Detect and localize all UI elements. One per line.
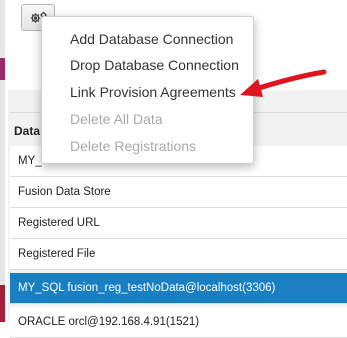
menu-item-delete-all-data: Delete All Data — [70, 111, 163, 127]
table-row[interactable]: Registered File — [10, 239, 347, 270]
table-row[interactable]: Fusion Data Store — [10, 177, 347, 208]
table-row[interactable]: ORACLE orcl@192.168.4.91(1521) — [10, 307, 347, 338]
menu-item-link-provision-agreements[interactable]: Link Provision Agreements — [70, 84, 236, 100]
row-label: MY_SQL fusion_reg_testNoData@localhost(3… — [18, 282, 276, 294]
row-label: MY_ — [18, 155, 42, 167]
table-row[interactable]: MY_SQL fusion_reg_testNoData@localhost(3… — [10, 273, 347, 304]
menu-item-drop-database-connection[interactable]: Drop Database Connection — [70, 57, 239, 73]
left-accent-marker — [0, 58, 5, 80]
annotation-arrow-icon — [240, 69, 327, 97]
left-edge-strip — [0, 0, 5, 322]
row-label: ORACLE orcl@192.168.4.91(1521) — [18, 316, 200, 328]
left-accent-marker — [0, 285, 5, 322]
row-label: Registered URL — [18, 217, 100, 229]
connections-list: MY_ Fusion Data Store Registered URL Reg… — [10, 146, 347, 338]
menu-item-delete-registrations: Delete Registrations — [70, 138, 197, 154]
settings-dropdown-menu: Add Database Connection Drop Database Co… — [41, 16, 254, 164]
column-header-label: Data — [14, 124, 41, 138]
row-label: Registered File — [18, 248, 96, 260]
menu-item-add-database-connection[interactable]: Add Database Connection — [70, 31, 233, 47]
table-row[interactable]: Registered URL — [10, 208, 347, 239]
row-label: Fusion Data Store — [18, 186, 111, 198]
